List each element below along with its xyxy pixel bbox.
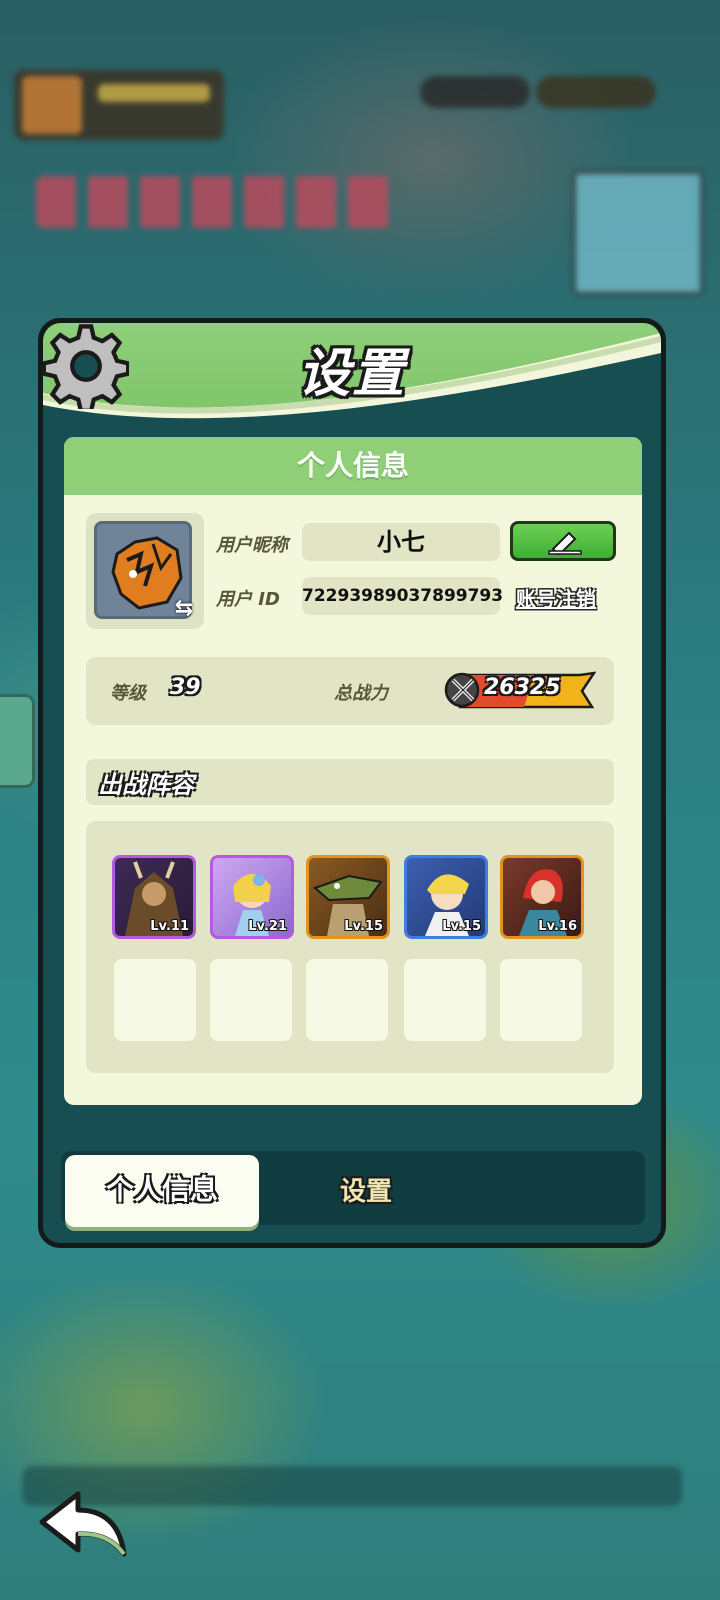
profile-card: 个人信息 ⇆ 用户昵称 小七 用户 ID 72293989037899793 账… bbox=[64, 437, 642, 1105]
hero-level: Lv.11 bbox=[150, 919, 189, 934]
stats-row: 等级 39 总战力 26325 bbox=[86, 657, 614, 725]
background-player-hud bbox=[14, 70, 224, 140]
empty-slot[interactable] bbox=[114, 959, 196, 1041]
panel-header: 设置 bbox=[43, 323, 661, 419]
lineup-panel: Lv.11 Lv.21 Lv.15 Lv.15 Lv.16 bbox=[86, 821, 614, 1073]
pencil-icon bbox=[548, 531, 582, 555]
background-minimap bbox=[572, 170, 704, 296]
power-value: 26325 bbox=[484, 675, 561, 700]
background-gem-counter bbox=[420, 76, 530, 108]
hero-level: Lv.15 bbox=[344, 919, 383, 934]
hero-slot-5[interactable]: Lv.16 bbox=[500, 855, 584, 939]
lineup-header: 出战阵容 bbox=[86, 759, 614, 805]
user-id-label: 用户 ID bbox=[216, 589, 280, 610]
empty-slot[interactable] bbox=[404, 959, 486, 1041]
empty-slot[interactable] bbox=[306, 959, 388, 1041]
user-id-field: 72293989037899793 bbox=[302, 577, 503, 615]
level-value: 39 bbox=[170, 675, 201, 700]
power-label: 总战力 bbox=[334, 683, 388, 704]
hero-level: Lv.21 bbox=[248, 919, 287, 934]
lineup-title: 出战阵容 bbox=[98, 771, 194, 799]
panel-title: 设置 bbox=[297, 344, 406, 404]
hero-level: Lv.15 bbox=[442, 919, 481, 934]
avatar-frame[interactable]: ⇆ bbox=[86, 513, 204, 629]
level-label: 等级 bbox=[110, 683, 146, 704]
background-hero-row bbox=[36, 176, 396, 228]
hero-level: Lv.16 bbox=[538, 919, 577, 934]
tab-settings[interactable]: 设置 bbox=[301, 1155, 431, 1227]
background-gold-counter bbox=[536, 76, 656, 108]
power-badge: 26325 bbox=[444, 671, 597, 709]
hero-slot-2[interactable]: Lv.21 bbox=[210, 855, 294, 939]
empty-slot[interactable] bbox=[210, 959, 292, 1041]
nickname-label: 用户昵称 bbox=[216, 535, 288, 556]
background-side-button bbox=[0, 694, 35, 788]
nickname-field: 小七 bbox=[302, 523, 500, 561]
bottom-tab-bar: 个人信息 设置 bbox=[61, 1151, 645, 1227]
back-arrow-icon[interactable] bbox=[38, 1488, 128, 1560]
settings-panel: 设置 个人信息 ⇆ 用户昵称 小七 用户 ID 7229398903789979… bbox=[38, 318, 666, 1248]
hero-slot-4[interactable]: Lv.15 bbox=[404, 855, 488, 939]
tab-profile[interactable]: 个人信息 bbox=[65, 1155, 259, 1227]
delete-account-link[interactable]: 账号注销 bbox=[516, 583, 596, 612]
hero-slot-1[interactable]: Lv.11 bbox=[112, 855, 196, 939]
crossed-swords-icon bbox=[451, 678, 475, 702]
empty-slot[interactable] bbox=[500, 959, 582, 1041]
edit-nickname-button[interactable] bbox=[510, 521, 616, 561]
hero-slot-3[interactable]: Lv.15 bbox=[306, 855, 390, 939]
profile-section-title: 个人信息 bbox=[64, 437, 642, 495]
swap-avatar-icon[interactable]: ⇆ bbox=[170, 595, 198, 623]
